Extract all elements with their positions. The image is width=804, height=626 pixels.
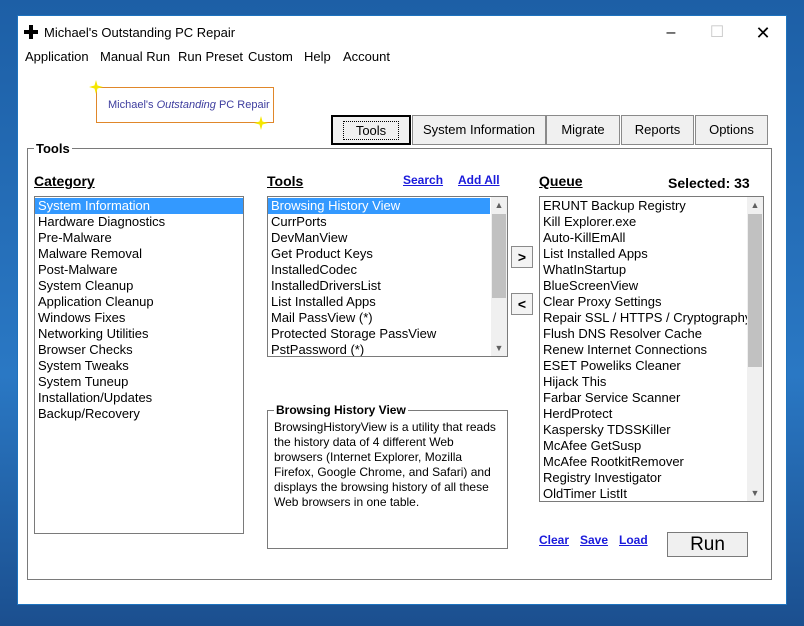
sparkle-icon xyxy=(89,80,103,94)
tab-options[interactable]: Options xyxy=(695,115,768,145)
queue-list: ERUNT Backup Registry Kill Explorer.exe … xyxy=(539,196,764,502)
queue-item[interactable]: Flush DNS Resolver Cache xyxy=(540,326,746,342)
app-wrench-icon xyxy=(24,25,38,39)
menu-run-preset[interactable]: Run Preset xyxy=(178,49,243,65)
window-title: Michael's Outstanding PC Repair xyxy=(44,25,236,40)
app-logo: Michael's Outstanding PC Repair xyxy=(96,87,274,123)
sparkle-icon xyxy=(254,116,268,130)
category-item[interactable]: Post-Malware xyxy=(35,262,243,278)
category-list: System Information Hardware Diagnostics … xyxy=(34,196,244,534)
scroll-thumb[interactable] xyxy=(492,214,506,298)
queue-item[interactable]: BlueScreenView xyxy=(540,278,746,294)
queue-item[interactable]: Kill Explorer.exe xyxy=(540,214,746,230)
description-title: Browsing History View xyxy=(274,403,408,417)
queue-item[interactable]: Renew Internet Connections xyxy=(540,342,746,358)
tool-item[interactable]: InstalledDriversList xyxy=(268,278,490,294)
menu-application[interactable]: Application xyxy=(25,49,89,65)
search-link[interactable]: Search xyxy=(403,173,443,187)
category-item[interactable]: System Information xyxy=(35,198,243,214)
tools-heading: Tools xyxy=(267,173,304,189)
description-text: BrowsingHistoryView is a utility that re… xyxy=(274,420,496,509)
load-link[interactable]: Load xyxy=(619,533,648,547)
category-item[interactable]: Networking Utilities xyxy=(35,326,243,342)
menu-manual-run[interactable]: Manual Run xyxy=(100,49,170,65)
queue-item[interactable]: Farbar Service Scanner xyxy=(540,390,746,406)
queue-item[interactable]: List Installed Apps xyxy=(540,246,746,262)
tool-item[interactable]: Browsing History View xyxy=(268,198,490,214)
category-item[interactable]: System Cleanup xyxy=(35,278,243,294)
menu-help[interactable]: Help xyxy=(304,49,331,65)
category-item[interactable]: System Tweaks xyxy=(35,358,243,374)
tool-item[interactable]: Mail PassView (*) xyxy=(268,310,490,326)
tool-item[interactable]: CurrPorts xyxy=(268,214,490,230)
queue-item[interactable]: Registry Investigator xyxy=(540,470,746,486)
queue-item[interactable]: OldTimer ListIt xyxy=(540,486,746,501)
close-button[interactable]: ✕ xyxy=(740,16,786,50)
menu-custom[interactable]: Custom xyxy=(248,49,293,65)
scroll-down-icon[interactable]: ▼ xyxy=(747,485,763,501)
scroll-thumb[interactable] xyxy=(748,214,762,367)
scroll-up-icon[interactable]: ▲ xyxy=(747,197,763,213)
tab-tools[interactable]: Tools xyxy=(331,115,411,145)
tool-item[interactable]: DevManView xyxy=(268,230,490,246)
queue-item[interactable]: ERUNT Backup Registry xyxy=(540,198,746,214)
queue-item[interactable]: Kaspersky TDSSKiller xyxy=(540,422,746,438)
tools-group-label: Tools xyxy=(34,141,72,156)
queue-item[interactable]: Clear Proxy Settings xyxy=(540,294,746,310)
menu-account[interactable]: Account xyxy=(343,49,390,65)
logo-text: Michael's Outstanding PC Repair xyxy=(108,99,270,111)
tab-reports[interactable]: Reports xyxy=(621,115,694,145)
category-item[interactable]: Browser Checks xyxy=(35,342,243,358)
category-item[interactable]: Installation/Updates xyxy=(35,390,243,406)
tool-item[interactable]: Get Product Keys xyxy=(268,246,490,262)
queue-item[interactable]: ESET Poweliks Cleaner xyxy=(540,358,746,374)
category-item[interactable]: Pre-Malware xyxy=(35,230,243,246)
queue-item[interactable]: WhatInStartup xyxy=(540,262,746,278)
tab-system-information[interactable]: System Information xyxy=(412,115,546,145)
category-item[interactable]: Hardware Diagnostics xyxy=(35,214,243,230)
scroll-up-icon[interactable]: ▲ xyxy=(491,197,507,213)
minimize-button[interactable]: – xyxy=(648,16,694,50)
category-item[interactable]: Windows Fixes xyxy=(35,310,243,326)
category-item[interactable]: Backup/Recovery xyxy=(35,406,243,422)
queue-item[interactable]: HerdProtect xyxy=(540,406,746,422)
add-to-queue-button[interactable]: > xyxy=(511,246,533,268)
scroll-down-icon[interactable]: ▼ xyxy=(491,340,507,356)
tools-scrollbar[interactable]: ▲ ▼ xyxy=(491,197,507,356)
queue-item[interactable]: Auto-KillEmAll xyxy=(540,230,746,246)
category-heading: Category xyxy=(34,173,95,189)
category-item[interactable]: Application Cleanup xyxy=(35,294,243,310)
title-bar: Michael's Outstanding PC Repair – ☐ ✕ xyxy=(18,16,786,50)
save-link[interactable]: Save xyxy=(580,533,608,547)
tool-item[interactable]: PstPassword (*) xyxy=(268,342,490,356)
queue-item[interactable]: McAfee RootkitRemover xyxy=(540,454,746,470)
queue-scrollbar[interactable]: ▲ ▼ xyxy=(747,197,763,501)
maximize-button[interactable]: ☐ xyxy=(694,16,740,50)
tool-item[interactable]: List Installed Apps xyxy=(268,294,490,310)
app-window: Michael's Outstanding PC Repair – ☐ ✕ Ap… xyxy=(17,15,787,605)
queue-item[interactable]: Repair SSL / HTTPS / Cryptography xyxy=(540,310,751,326)
category-item[interactable]: System Tuneup xyxy=(35,374,243,390)
category-item[interactable]: Malware Removal xyxy=(35,246,243,262)
tool-item[interactable]: InstalledCodec xyxy=(268,262,490,278)
queue-heading: Queue xyxy=(539,173,583,189)
queue-item[interactable]: Hijack This xyxy=(540,374,746,390)
clear-link[interactable]: Clear xyxy=(539,533,569,547)
tab-migrate[interactable]: Migrate xyxy=(546,115,620,145)
tools-list: Browsing History View CurrPorts DevManVi… xyxy=(267,196,508,357)
queue-item[interactable]: McAfee GetSusp xyxy=(540,438,746,454)
remove-from-queue-button[interactable]: < xyxy=(511,293,533,315)
tool-item[interactable]: Protected Storage PassView xyxy=(268,326,490,342)
selected-count: Selected: 33 xyxy=(668,175,750,191)
add-all-link[interactable]: Add All xyxy=(458,173,500,187)
run-button[interactable]: Run xyxy=(667,532,748,557)
menu-bar: Application Manual Run Run Preset Custom… xyxy=(18,49,786,69)
